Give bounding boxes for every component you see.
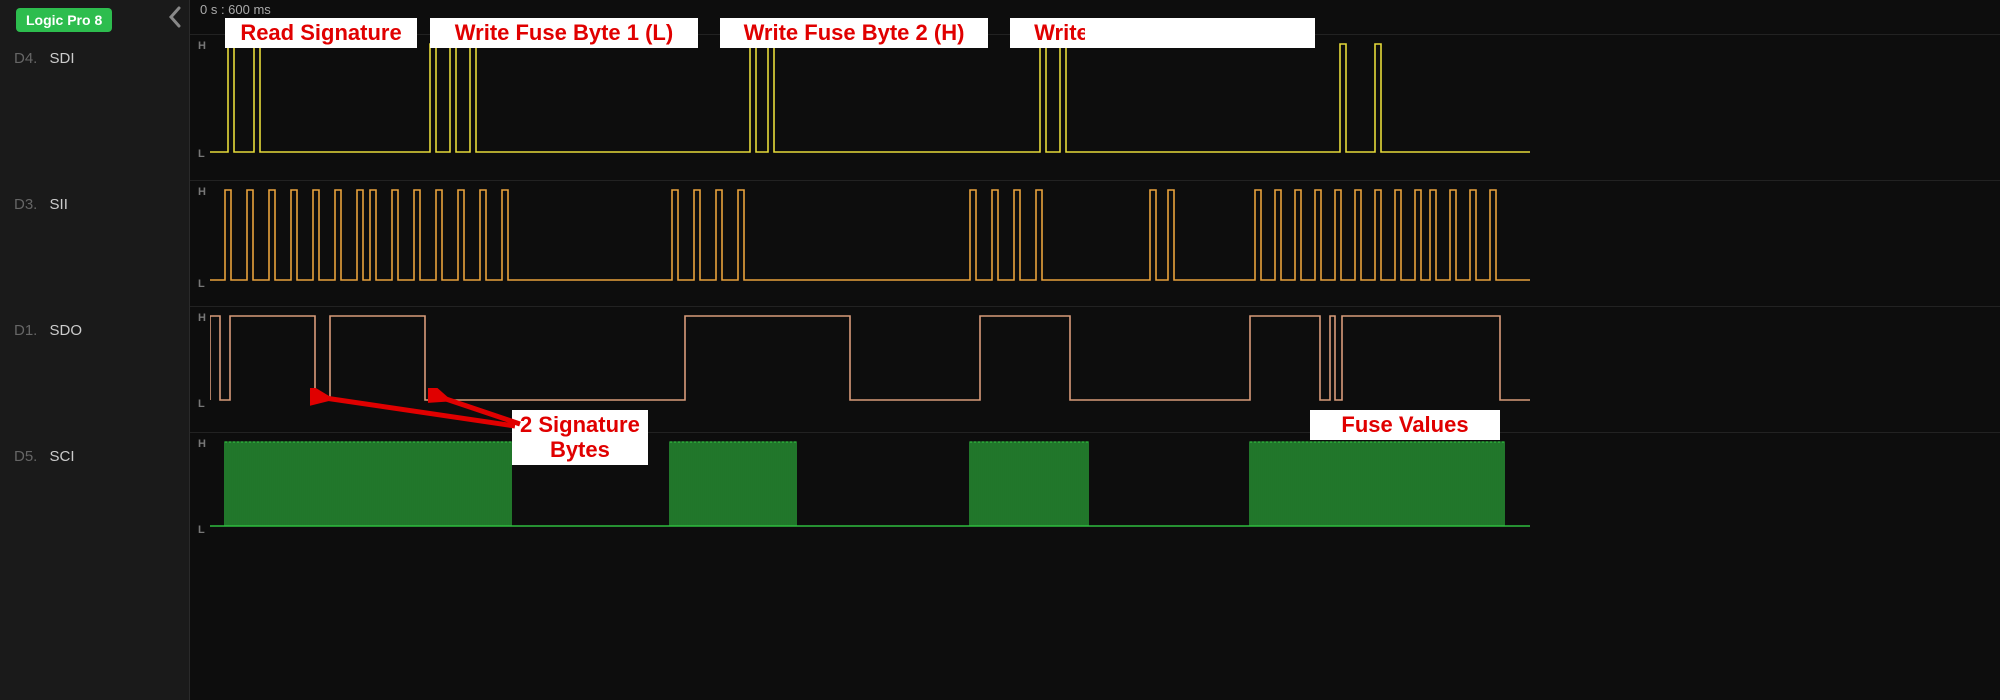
- channel-index: D4.: [14, 50, 37, 67]
- annotation-line: 2 Signature: [520, 412, 640, 437]
- annotation-line: Bytes: [520, 437, 640, 462]
- channel-label-sdo[interactable]: D1. SDO: [0, 316, 190, 345]
- channel-name: SDO: [50, 322, 83, 339]
- time-header: 0 s : 600 ms: [200, 2, 271, 17]
- annotation-read-signature: Read Signature: [225, 18, 417, 48]
- channel-name: SII: [50, 196, 68, 213]
- annotation-signature-bytes: 2 Signature Bytes: [512, 410, 648, 465]
- arrow-icon: [428, 388, 528, 438]
- channel-label-sdi[interactable]: D4. SDI: [0, 44, 190, 73]
- back-button[interactable]: [168, 6, 182, 34]
- waveform-sii[interactable]: [210, 186, 1530, 286]
- waveform-sdi[interactable]: [210, 40, 1530, 160]
- app-badge: Logic Pro 8: [16, 8, 112, 32]
- channel-index: D3.: [14, 196, 37, 213]
- annotation-fuse-values: Fuse Values: [1310, 410, 1500, 440]
- channel-index: D1.: [14, 322, 37, 339]
- annotation-write-fuse-1: Write Fuse Byte 1 (L): [430, 18, 698, 48]
- channel-name: SDI: [50, 50, 75, 67]
- sidebar: [0, 0, 190, 700]
- channel-name: SCI: [50, 448, 75, 465]
- annotation-write-fuse-2: Write Fuse Byte 2 (H): [720, 18, 988, 48]
- channel-index: D5.: [14, 448, 37, 465]
- channel-label-sci[interactable]: D5. SCI: [0, 442, 190, 471]
- chevron-left-icon: [168, 6, 182, 28]
- waveform-sci[interactable]: [210, 438, 1530, 538]
- channel-label-sii[interactable]: D3. SII: [0, 190, 190, 219]
- annotation-blank: [1085, 18, 1315, 48]
